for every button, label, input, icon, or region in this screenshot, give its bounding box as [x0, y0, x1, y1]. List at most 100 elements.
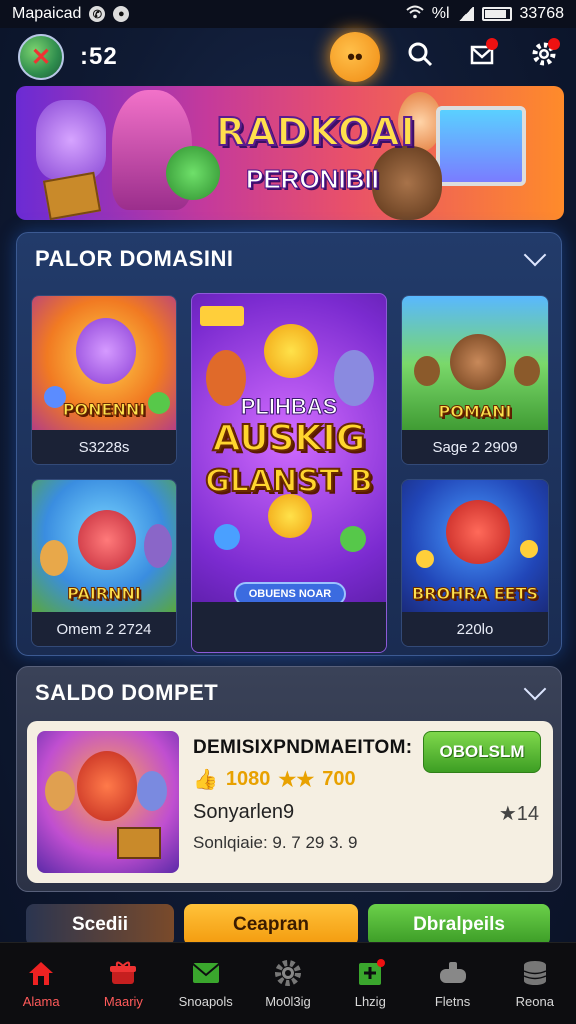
status-bar: Mapaicad ✆ ● %l 33768	[0, 0, 576, 28]
nav-item-home[interactable]: Alama	[0, 943, 82, 1024]
promo-banner[interactable]: RADKOAI PERONIBII	[16, 86, 564, 220]
wifi-icon	[406, 5, 424, 24]
nav-label: Reona	[515, 994, 554, 1009]
status-right: %l 33768	[406, 5, 564, 24]
gear-icon[interactable]	[528, 36, 560, 72]
battery-icon	[481, 7, 512, 21]
wallet-item-title: DEMISIXPNDMAEITOM:	[193, 737, 413, 758]
signal-icon	[457, 7, 474, 21]
smiley-icon	[264, 324, 318, 378]
banner-subtitle: PERONIBII	[246, 164, 380, 195]
nav-label: Lhzig	[354, 994, 386, 1009]
mail-badge	[486, 38, 498, 50]
gear-icon	[272, 958, 304, 988]
smiley-coin-icon[interactable]: ••	[330, 32, 380, 82]
wallet-item-card[interactable]: DEMISIXPNDMAEITOM: 👍 1080 ★★ 700 Sonyarl…	[27, 721, 553, 883]
action-buttons: Scedii Ceapran Dbralpeils	[26, 904, 550, 946]
bottom-nav: Alama Maariy Snoapols Mo0l3ig Lhzig Flet…	[0, 942, 576, 1024]
banner-bear-character	[372, 146, 442, 220]
top-icons	[404, 36, 560, 72]
wallet-panel-header[interactable]: SALDO DOMPET	[17, 667, 561, 719]
controller-icon	[437, 958, 469, 988]
notification-icon: ●	[113, 6, 130, 22]
wallet-action-button[interactable]: OBOLSLM	[423, 731, 541, 773]
gift-icon	[107, 958, 139, 988]
game-card-caption: Sage 2 2909	[402, 430, 548, 464]
status-left: Mapaicad ✆ ●	[12, 5, 130, 23]
game-card[interactable]: PAIRNNI Omem 2 2724	[31, 479, 177, 647]
game-card-title: PONENNI	[62, 400, 146, 420]
game-card[interactable]: BROHRA EETS 220lo	[401, 479, 549, 647]
nav-label: Fletns	[434, 994, 471, 1009]
avatar[interactable]: ✕	[18, 34, 64, 80]
featured-tag	[200, 306, 244, 326]
smiley-icon	[268, 494, 312, 538]
chevron-down-icon[interactable]	[523, 243, 547, 267]
right-action-button[interactable]: Dbralpeils	[368, 904, 550, 946]
game-card-title: PAIRNNI	[67, 584, 142, 604]
nav-item-settings[interactable]: Mo0l3ig	[247, 943, 329, 1024]
database-icon	[519, 958, 551, 988]
nav-item-games[interactable]: Fletns	[411, 943, 493, 1024]
whatsapp-icon: ✆	[89, 6, 106, 22]
banner-green-character	[166, 146, 220, 200]
coin-count: :52	[80, 43, 118, 70]
mail-icon[interactable]	[466, 36, 498, 72]
carrier-name: Mapaicad	[12, 5, 82, 22]
nav-item-gift[interactable]: Maariy	[82, 943, 164, 1024]
featured-card-footer	[192, 602, 386, 652]
star-icon: ★	[498, 803, 517, 825]
game-card[interactable]: POMANI Sage 2 2909	[401, 295, 549, 465]
games-panel: PALOR DOMASINI PONENNI S3228s POMANI Sag…	[16, 232, 562, 656]
clock: 33768	[519, 5, 565, 22]
nav-label: Maariy	[103, 994, 143, 1009]
wallet-item-scores: 👍 1080 ★★ 700	[193, 767, 356, 792]
wallet-item-detail: Sonlqiaie: 9. 7 29 3. 9	[193, 833, 358, 852]
game-card-art: PONENNI	[32, 296, 176, 432]
nav-label: Alama	[22, 994, 60, 1009]
tasks-icon	[354, 958, 386, 988]
thumbs-up-icon: 👍	[193, 769, 218, 791]
nav-label: Mo0l3ig	[265, 994, 311, 1009]
star-icon: ★★	[278, 769, 315, 791]
featured-title-line1: PLIHBAS	[240, 394, 338, 420]
chevron-down-icon[interactable]	[523, 677, 547, 701]
signal-text: %l	[431, 5, 450, 22]
game-card-caption: S3228s	[32, 430, 176, 464]
game-card[interactable]: PONENNI S3228s	[31, 295, 177, 465]
game-card-title: POMANI	[438, 402, 512, 422]
wallet-item-name: Sonyarlen9	[193, 801, 295, 823]
top-bar: ✕ :52 ••	[0, 28, 576, 86]
middle-action-button[interactable]: Ceapran	[184, 904, 358, 946]
game-card-art: PAIRNNI	[32, 480, 176, 614]
wallet-item-rating: ★14	[499, 801, 539, 826]
game-card-title: BROHRA EETS	[411, 584, 539, 604]
search-icon[interactable]	[404, 36, 436, 72]
score-primary: 1080	[225, 768, 271, 790]
home-icon	[25, 958, 57, 988]
settings-badge	[548, 38, 560, 50]
games-panel-title: PALOR DOMASINI	[35, 246, 234, 271]
mail-icon	[190, 958, 222, 988]
nav-item-tasks[interactable]: Lhzig	[329, 943, 411, 1024]
banner-title: RADKOAI	[215, 109, 416, 155]
banner-cat-character	[36, 100, 106, 180]
featured-game-card[interactable]: PLIHBAS AUSKIG GLANST B OBUENS NOAR	[191, 293, 387, 653]
nav-label: Snoapols	[178, 994, 233, 1009]
score-secondary: 700	[322, 768, 356, 790]
game-card-art: BROHRA EETS	[402, 480, 548, 614]
games-panel-header[interactable]: PALOR DOMASINI	[17, 233, 561, 285]
rating-value: 14	[516, 803, 539, 825]
game-card-caption: Omem 2 2724	[32, 612, 176, 646]
wallet-item-art	[37, 731, 179, 873]
wallet-panel: SALDO DOMPET DEMISIXPNDMAEITOM: 👍 1080 ★…	[16, 666, 562, 892]
game-card-caption: 220lo	[402, 612, 548, 646]
left-action-button[interactable]: Scedii	[26, 904, 174, 946]
wallet-panel-title: SALDO DOMPET	[35, 680, 219, 705]
featured-title-line2: AUSKIG	[212, 417, 367, 460]
banner-computer	[436, 106, 526, 186]
game-card-art: POMANI	[402, 296, 548, 432]
nav-item-data[interactable]: Reona	[494, 943, 576, 1024]
nav-item-mail[interactable]: Snoapols	[165, 943, 247, 1024]
banner-crate	[42, 171, 102, 220]
